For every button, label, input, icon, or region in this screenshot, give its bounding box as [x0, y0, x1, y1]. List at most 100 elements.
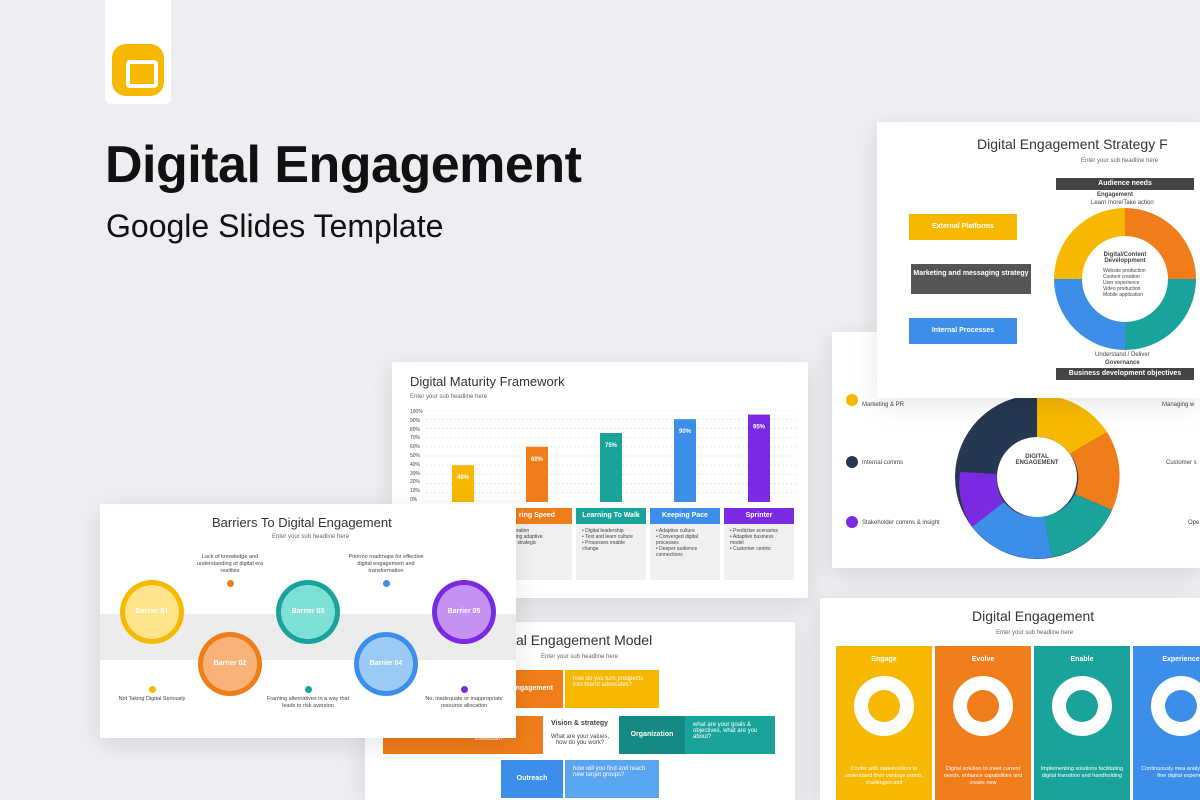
cycle-dot-navy: [846, 456, 858, 468]
stage-bullets: • Adaptive culture • Converged digital pr…: [650, 524, 720, 562]
barriers-row: Barrier 01 Not Taking Digital Seriously Ba…: [100, 504, 516, 738]
y-tick: 30%: [410, 470, 421, 477]
barrier-dot: [227, 580, 234, 587]
barrier-label: Barrier 05: [437, 585, 491, 639]
card-text: Confer with stakeholders to understand t…: [844, 766, 924, 786]
org-question: what are your goals & objectives, what a…: [693, 722, 758, 740]
stage-bullet: • Adaptive business model: [730, 534, 774, 546]
stage-bullet: • Customer centric: [730, 546, 771, 552]
outreach-question-box: how will you find and reach new target g…: [565, 760, 659, 798]
q1-text: how do you turn prospects into brand adv…: [573, 676, 644, 688]
y-tick: 90%: [410, 417, 421, 424]
card-title: Evolve: [971, 656, 995, 663]
stage-label: Learning To Walk: [576, 508, 646, 524]
slide-subtitle: Enter your sub headline here: [541, 654, 619, 660]
card-text: Continuously mea analyzing and fine digi…: [1141, 766, 1200, 779]
org-question-box: what are your goals & objectives, what a…: [685, 716, 775, 754]
card-icon: [1151, 676, 1200, 736]
card: Evolve Digital solution to meet current n…: [935, 646, 1031, 800]
card-icon: [953, 676, 1013, 736]
y-tick: 40%: [410, 461, 421, 468]
cycle-right-label: Ope: [1188, 520, 1200, 526]
learn-label: Learn more/Take action: [1091, 200, 1154, 206]
stage-column: Sprinter • Predictive scenarios • Adaptive…: [724, 508, 794, 580]
card-title: Engage: [871, 656, 897, 663]
barrier-circle: Barrier 01: [120, 580, 184, 644]
bar-value-label: 75%: [605, 443, 618, 449]
barrier-label: Barrier 01: [125, 585, 179, 639]
vision-label: Vision & strategy: [551, 720, 609, 727]
stage-bullet: • ss strategic: [508, 540, 537, 546]
organization-box: Organization: [619, 716, 685, 754]
barrier-text: No, inadequate or inappropriate resource…: [425, 696, 503, 709]
barrier-circle: Barrier 04: [354, 632, 418, 696]
bar-chart: 40% 60% 75% 90% 95%: [426, 410, 796, 502]
card-icon: [1052, 676, 1112, 736]
cycle-left-label: Stakeholder comms & insight: [862, 520, 940, 526]
stage-bullets: • Digital leadership • Test and learn cul…: [576, 524, 646, 556]
slide-strategy: Digital Engagement Strategy F Enter your…: [877, 122, 1200, 398]
cycle-left-label: Marketing & PR: [862, 402, 905, 408]
slide-title: Digital Engagement: [972, 608, 1095, 624]
stage-bullet: • Processes enable change: [582, 540, 625, 552]
card-title: Experience: [1162, 656, 1200, 663]
stage-label: Sprinter: [724, 508, 794, 524]
card: Experience Continuously mea analyzing and…: [1133, 646, 1200, 800]
center-title: Digital/Content Developpment: [1103, 252, 1147, 264]
slide-subtitle: Enter your sub headline here: [996, 630, 1074, 636]
barrier-text: Not Taking Digital Seriously: [118, 696, 186, 702]
cycle-diagram: [955, 394, 1120, 559]
slide-subtitle: Enter your sub headline here: [1081, 158, 1159, 164]
understand-label: Understand / Deliver: [1095, 352, 1150, 358]
y-tick: 60%: [410, 444, 421, 451]
vision-question: What are your values, how do you work?: [550, 734, 610, 746]
stage-bullets: • Predictive scenarios • Adaptive busines…: [724, 524, 794, 556]
y-tick: 10%: [410, 488, 421, 495]
card-icon-inner: [1066, 690, 1098, 722]
cycle-right-label: Managing w: [1162, 402, 1195, 408]
bar-value-label: 40%: [457, 475, 470, 481]
card-row: Engage Confer with stakeholders to unders…: [836, 646, 1200, 800]
card-icon: [854, 676, 914, 736]
card-text: Implementing solutions facilitating digi…: [1040, 766, 1124, 779]
left-box-marketing: Marketing and messaging strategy: [911, 264, 1031, 294]
card: Enable Implementing solutions facilitatin…: [1034, 646, 1130, 800]
stage-bullet: • Deeper audience connections: [656, 546, 698, 558]
barrier-dot: [383, 580, 390, 587]
engagement-label: Engagement: [1097, 192, 1134, 198]
bar-value-label: 95%: [753, 425, 766, 431]
barrier-text: Poor/no roadmaps for effective digital e…: [348, 554, 424, 574]
barrier-circle: Barrier 05: [432, 580, 496, 644]
stage-column: Keeping Pace • Adaptive culture • Converge…: [650, 508, 720, 580]
center-list: Website production Content creation User…: [1103, 268, 1159, 298]
outreach-question: how will you find and reach new target g…: [573, 766, 646, 778]
slide-subtitle: Enter your sub headline here: [410, 394, 488, 400]
y-tick: 50%: [410, 452, 421, 459]
barrier-dot: [461, 686, 468, 693]
bar-value-label: 90%: [679, 429, 692, 435]
cycle-dot-yellow: [846, 394, 858, 406]
card-icon-inner: [868, 690, 900, 722]
barrier-dot: [305, 686, 312, 693]
slide-title: Digital Maturity Framework: [410, 374, 565, 389]
card: Engage Confer with stakeholders to unders…: [836, 646, 932, 800]
bar: [526, 446, 548, 502]
barrier-label: Barrier 02: [203, 637, 257, 691]
bar: [452, 465, 474, 502]
slide-barriers: Barriers To Digital Engagement Enter you…: [100, 504, 516, 738]
y-axis-ticks: 100% 90% 80% 70% 60% 50% 40% 30% 20% 10%…: [410, 408, 423, 505]
center-item: Mobile application: [1103, 292, 1144, 298]
slide-title: Digital Engagement Strategy F: [977, 136, 1168, 152]
y-tick: 70%: [410, 435, 421, 442]
cycle-center-label: DIGITAL ENGAGEMENT: [1015, 454, 1059, 466]
barrier-label: Barrier 04: [359, 637, 413, 691]
slide-cards: Digital Engagement Enter your sub headli…: [820, 598, 1200, 800]
barrier-label: Barrier 03: [281, 585, 335, 639]
barrier-dot: [149, 686, 156, 693]
bar-value-label: 60%: [531, 457, 544, 463]
governance-label: Governance: [1105, 360, 1140, 366]
barrier-text: Lack of knowledge and understanding of d…: [196, 554, 264, 574]
stage-label: Keeping Pace: [650, 508, 720, 524]
cycle-dot-purple: [846, 516, 858, 528]
stage-bullet: • Converged digital processes: [656, 534, 699, 546]
